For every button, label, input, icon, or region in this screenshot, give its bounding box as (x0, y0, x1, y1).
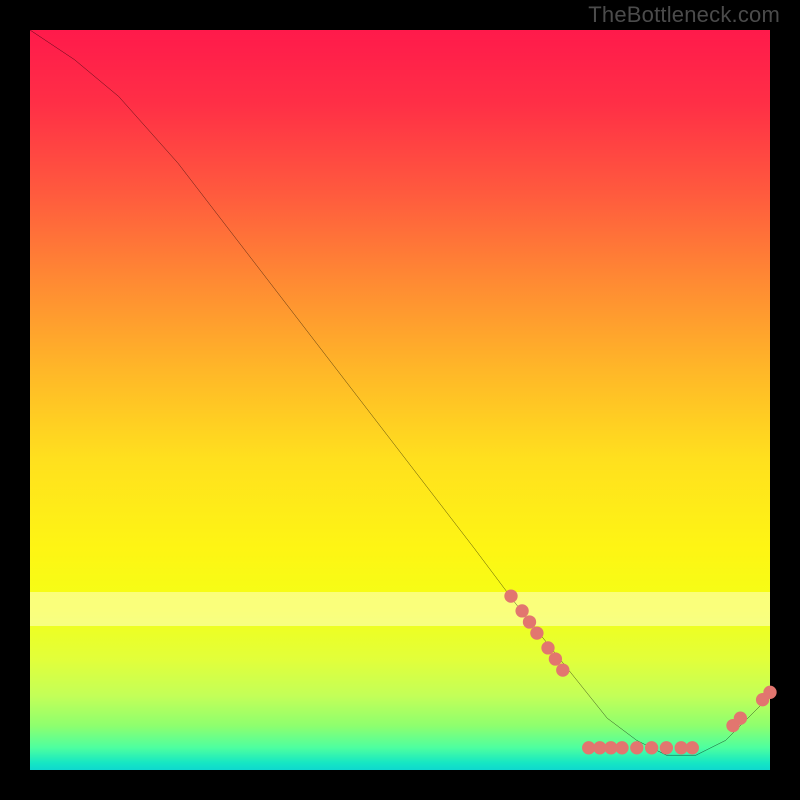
curve-marker (686, 741, 699, 754)
curve-markers (504, 589, 776, 754)
bottleneck-curve-line (30, 30, 770, 755)
curve-marker (515, 604, 528, 617)
curve-marker (549, 652, 562, 665)
curve-marker (734, 712, 747, 725)
curve-marker (630, 741, 643, 754)
watermark-text: TheBottleneck.com (588, 2, 780, 28)
curve-marker (556, 663, 569, 676)
plot-area (30, 30, 770, 770)
curve-marker (615, 741, 628, 754)
curve-marker (660, 741, 673, 754)
curve-svg (30, 30, 770, 770)
curve-marker (504, 589, 517, 602)
chart-frame: TheBottleneck.com (0, 0, 800, 800)
curve-marker (523, 615, 536, 628)
curve-marker (645, 741, 658, 754)
curve-marker (541, 641, 554, 654)
curve-marker (530, 626, 543, 639)
curve-marker (763, 686, 776, 699)
